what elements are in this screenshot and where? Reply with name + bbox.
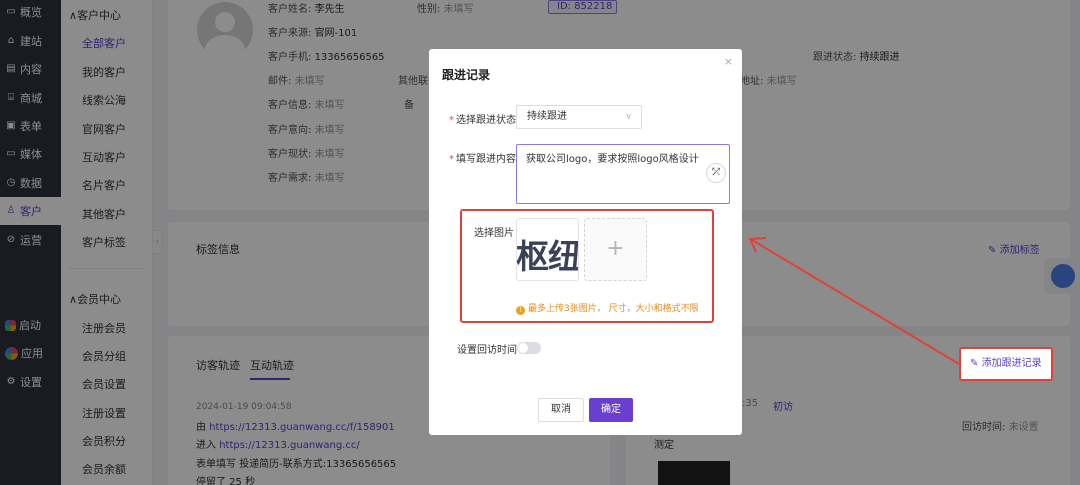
- close-icon[interactable]: ×: [724, 55, 733, 68]
- dialog-title: 跟进记录: [442, 68, 491, 82]
- annotation-highlight-box: [460, 209, 714, 323]
- cancel-button[interactable]: 取消: [538, 398, 584, 422]
- follow-content-textarea[interactable]: 获取公司logo，要求按照logo风格设计: [516, 144, 730, 204]
- annotation-callout: ✎ 添加跟进记录: [959, 347, 1053, 381]
- pencil-icon: ✎: [970, 358, 979, 369]
- chevron-down-icon: ∨: [625, 112, 632, 122]
- status-field-label: * 选择跟进状态: [449, 115, 516, 126]
- follow-status-select[interactable]: 持续跟进 ∨: [516, 105, 642, 129]
- content-field-label: * 填写跟进内容: [449, 154, 516, 165]
- revisit-toggle[interactable]: [517, 342, 541, 354]
- confirm-button[interactable]: 确定: [589, 398, 633, 422]
- revisit-field-label: 设置回访时间: [457, 345, 517, 356]
- ai-assist-icon[interactable]: ⤱: [706, 163, 726, 183]
